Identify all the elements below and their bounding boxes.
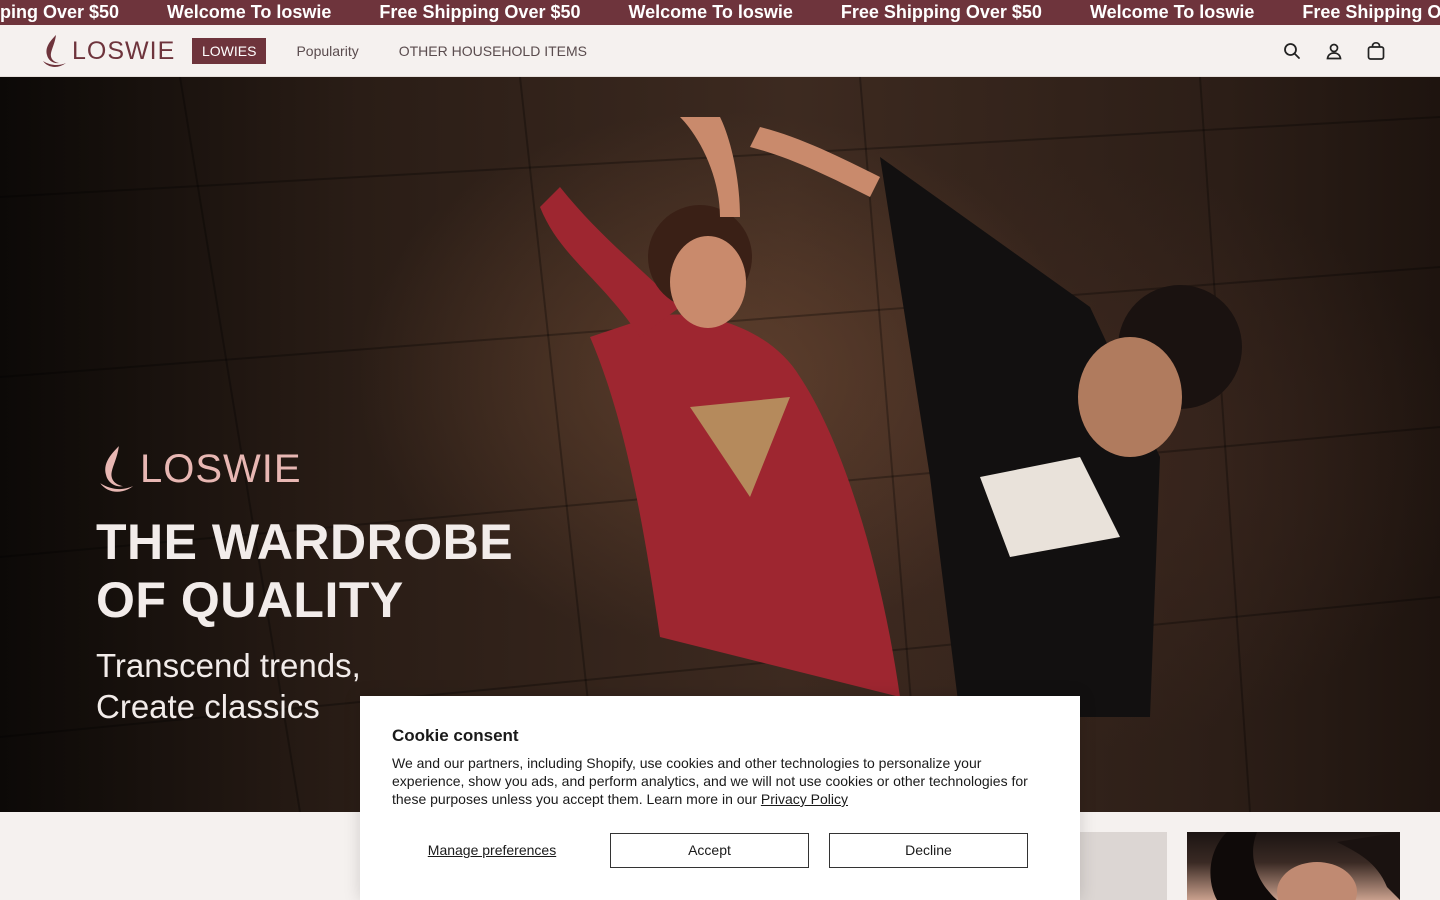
- announcement-item: Welcome To loswie: [167, 2, 332, 22]
- logo-text: LOSWIE: [72, 36, 176, 65]
- search-icon[interactable]: [1280, 39, 1304, 63]
- product-card[interactable]: [1187, 832, 1400, 900]
- nav-item-lowies[interactable]: LOWIES: [192, 38, 267, 64]
- hero-subtitle-line: Create classics: [96, 688, 320, 725]
- dancer-woman: [540, 117, 900, 697]
- manage-preferences-button[interactable]: Manage preferences: [392, 833, 592, 868]
- announcement-item: Welcome To loswie: [628, 2, 793, 22]
- decline-button[interactable]: Decline: [829, 833, 1028, 868]
- site-logo[interactable]: LOSWIE: [40, 33, 175, 69]
- announcement-track: ipping Over $50 Welcome To loswie Free S…: [0, 0, 1440, 25]
- nav-item-popularity[interactable]: Popularity: [296, 39, 358, 63]
- main-nav: LOWIES Popularity OTHER HOUSEHOLD ITEMS: [192, 38, 627, 64]
- hero-title-line: THE WARDROBE: [96, 514, 514, 570]
- announcement-item: Welcome To loswie: [1089, 2, 1255, 22]
- cart-icon[interactable]: [1364, 39, 1388, 63]
- announcement-item: Free Shipping Ov: [1302, 2, 1440, 22]
- accept-button[interactable]: Accept: [610, 833, 809, 868]
- announcement-item: ipping Over $50: [0, 2, 120, 22]
- hero-subtitle-line: Transcend trends,: [96, 647, 361, 684]
- product-image: [1210, 832, 1400, 900]
- header-actions: [1262, 39, 1388, 63]
- cookie-actions: Manage preferences Accept Decline: [392, 833, 1048, 868]
- privacy-policy-link[interactable]: Privacy Policy: [761, 791, 848, 807]
- cookie-consent-dialog: Cookie consent We and our partners, incl…: [360, 696, 1080, 900]
- announcement-item: Free Shipping Over $50: [379, 2, 581, 22]
- flame-logo-icon: [100, 446, 134, 492]
- cookie-title: Cookie consent: [392, 726, 519, 745]
- site-header: LOSWIE LOWIES Popularity OTHER HOUSEHOLD…: [0, 25, 1440, 77]
- cookie-body-text: We and our partners, including Shopify, …: [392, 755, 1028, 807]
- flame-logo-icon: [43, 35, 66, 67]
- announcement-item: Free Shipping Over $50: [840, 2, 1042, 22]
- hero-subtitle: Transcend trends, Create classics: [96, 645, 361, 727]
- hero-title-line: OF QUALITY: [96, 572, 404, 628]
- hero-brand-logo: LOSWIE: [96, 442, 302, 496]
- announcement-bar: ipping Over $50 Welcome To loswie Free S…: [0, 0, 1440, 25]
- nav-item-other-household-items[interactable]: OTHER HOUSEHOLD ITEMS: [399, 39, 587, 63]
- cookie-text: We and our partners, including Shopify, …: [392, 754, 1052, 808]
- hero-brand-text: LOSWIE: [140, 446, 302, 491]
- account-icon[interactable]: [1322, 39, 1346, 63]
- hero-title: THE WARDROBE OF QUALITY: [96, 513, 513, 629]
